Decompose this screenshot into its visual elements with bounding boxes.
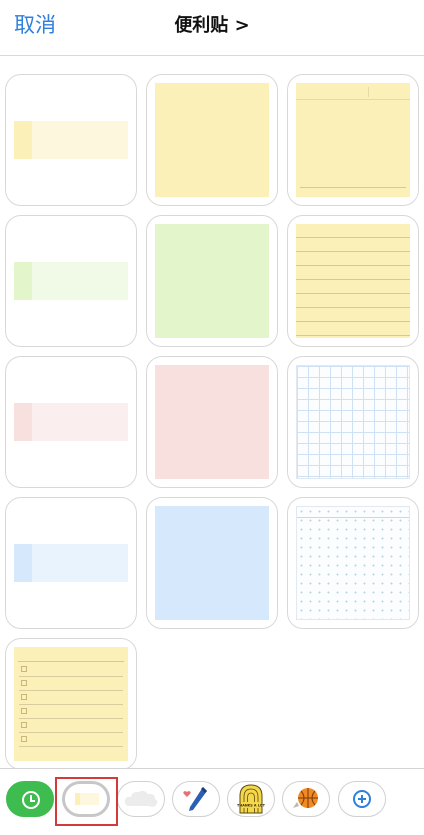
sticky-ruled-note: [296, 224, 410, 338]
header-bar: 取消 便利贴 >: [0, 0, 424, 56]
pen-category-button[interactable]: [172, 781, 220, 817]
sticky-grid-note: [296, 365, 410, 479]
template-green-square[interactable]: [146, 215, 278, 347]
template-blue-strip[interactable]: [5, 497, 137, 629]
sticky-lined-note: [296, 83, 410, 197]
pen-icon: [183, 787, 207, 811]
template-yellow-ruled[interactable]: [287, 215, 419, 347]
sticky-strip: [14, 262, 128, 300]
basketball-category-button[interactable]: [282, 781, 330, 817]
sticky-strip: [14, 544, 128, 582]
selection-highlight: [55, 777, 118, 826]
template-green-strip[interactable]: [5, 215, 137, 347]
thanks-badge-icon: THANKS A LOT: [237, 784, 266, 814]
sticky-note-template-grid: [0, 56, 424, 768]
template-yellow-square[interactable]: [146, 74, 278, 206]
sticky-square: [155, 506, 269, 620]
template-dot-grid[interactable]: [287, 497, 419, 629]
page-title[interactable]: 便利贴 >: [0, 11, 424, 37]
badge-category-button[interactable]: THANKS A LOT: [227, 781, 275, 817]
plus-icon: [353, 790, 371, 808]
sticky-dot-note: [296, 506, 410, 620]
cloud-icon: [124, 790, 158, 807]
recent-button[interactable]: [6, 781, 54, 817]
clock-icon: [22, 791, 40, 809]
basketball-icon: [293, 788, 318, 808]
template-pink-strip[interactable]: [5, 356, 137, 488]
template-yellow-lined[interactable]: [287, 74, 419, 206]
cloud-category-button[interactable]: [117, 781, 165, 817]
sticky-strip: [14, 403, 128, 441]
sticky-strip: [14, 121, 128, 159]
sticky-square: [155, 224, 269, 338]
badge-text: THANKS A LOT: [237, 804, 266, 808]
template-blue-square[interactable]: [146, 497, 278, 629]
template-yellow-strip[interactable]: [5, 74, 137, 206]
sticky-square: [155, 365, 269, 479]
add-sticker-button[interactable]: [338, 781, 386, 817]
template-pink-square[interactable]: [146, 356, 278, 488]
template-grid[interactable]: [287, 356, 419, 488]
template-checklist[interactable]: [5, 638, 137, 768]
sticky-checklist-note: [14, 647, 128, 761]
sticky-square: [155, 83, 269, 197]
